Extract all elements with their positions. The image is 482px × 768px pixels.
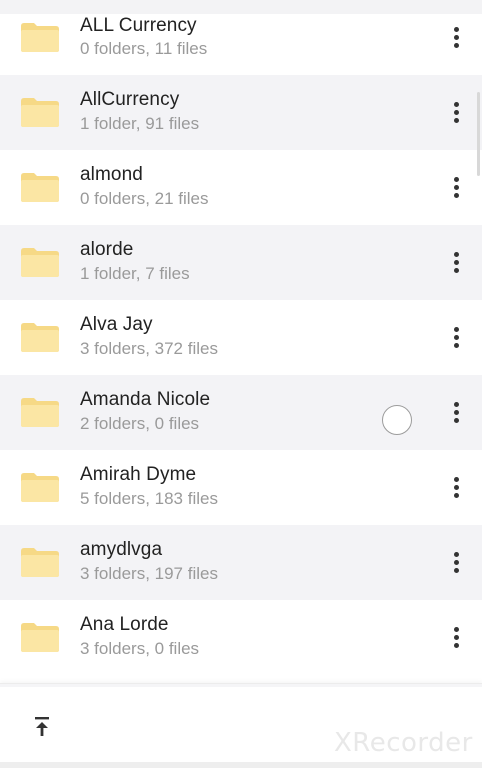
more-vertical-icon[interactable] <box>446 248 466 276</box>
folder-name: Alva Jay <box>80 314 153 335</box>
folder-icon <box>20 171 60 203</box>
bottom-toolbar: XRecorder <box>0 683 482 768</box>
folder-icon <box>20 546 60 578</box>
folder-meta: 3 folders, 0 files <box>80 639 200 658</box>
scrollbar[interactable] <box>477 92 480 176</box>
folder-icon <box>20 246 60 278</box>
folder-name: Ana Lorde <box>80 614 169 635</box>
folder-row[interactable]: Amirah Dyme 5 folders, 183 files <box>0 450 482 525</box>
folder-row[interactable]: Alva Jay 3 folders, 372 files <box>0 300 482 375</box>
recorder-watermark: XRecorder <box>334 728 473 758</box>
folder-icon <box>20 21 60 53</box>
top-strip <box>0 0 482 14</box>
folder-row[interactable]: ALL Currency 0 folders, 11 files <box>0 14 482 75</box>
more-vertical-icon[interactable] <box>446 548 466 576</box>
more-vertical-icon[interactable] <box>446 173 466 201</box>
folder-meta: 0 folders, 11 files <box>80 39 208 58</box>
folder-icon <box>20 321 60 353</box>
select-checkbox[interactable] <box>382 405 412 435</box>
folder-meta: 1 folder, 91 files <box>80 114 200 133</box>
more-vertical-icon[interactable] <box>446 398 466 426</box>
folder-name: AllCurrency <box>80 89 180 110</box>
more-vertical-icon[interactable] <box>446 323 466 351</box>
folder-name: alorde <box>80 239 134 260</box>
more-vertical-icon[interactable] <box>446 623 466 651</box>
upload-to-top-icon[interactable] <box>32 716 52 738</box>
folder-row[interactable]: alorde 1 folder, 7 files <box>0 225 482 300</box>
more-vertical-icon[interactable] <box>446 473 466 501</box>
folder-list: ALL Currency 0 folders, 11 files AllCurr… <box>0 0 482 675</box>
folder-row[interactable]: Ana Lorde 3 folders, 0 files <box>0 600 482 675</box>
folder-row[interactable]: AllCurrency 1 folder, 91 files <box>0 75 482 150</box>
folder-name: ALL Currency <box>80 15 197 36</box>
folder-meta: 3 folders, 372 files <box>80 339 218 358</box>
folder-row[interactable]: Amanda Nicole 2 folders, 0 files <box>0 375 482 450</box>
folder-meta: 2 folders, 0 files <box>80 414 200 433</box>
folder-name: Amirah Dyme <box>80 464 197 485</box>
folder-icon <box>20 621 60 653</box>
folder-meta: 0 folders, 21 files <box>80 189 209 208</box>
more-vertical-icon[interactable] <box>446 98 466 126</box>
folder-meta: 3 folders, 197 files <box>80 564 218 583</box>
divider <box>0 684 482 687</box>
folder-meta: 5 folders, 183 files <box>80 489 218 508</box>
bottom-edge <box>0 762 482 768</box>
folder-meta: 1 folder, 7 files <box>80 264 190 283</box>
folder-row[interactable]: almond 0 folders, 21 files <box>0 150 482 225</box>
folder-icon <box>20 471 60 503</box>
more-vertical-icon[interactable] <box>446 23 466 51</box>
folder-row[interactable]: amydlvga 3 folders, 197 files <box>0 525 482 600</box>
folder-icon <box>20 396 60 428</box>
folder-name: Amanda Nicole <box>80 389 211 410</box>
folder-icon <box>20 96 60 128</box>
folder-name: amydlvga <box>80 539 163 560</box>
folder-name: almond <box>80 164 143 185</box>
